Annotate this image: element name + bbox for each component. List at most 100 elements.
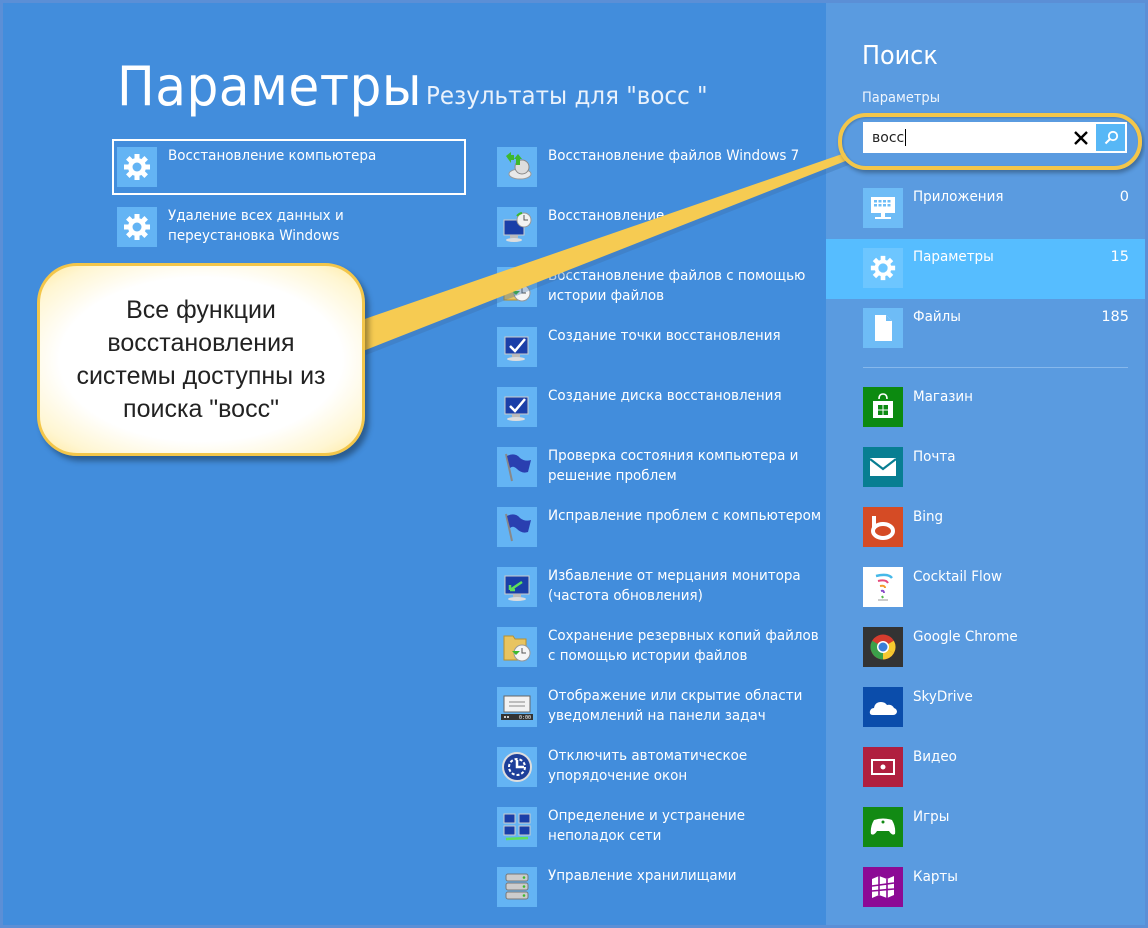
- gear-icon: [117, 207, 157, 247]
- annotation-callout: Все функции восстановления системы досту…: [37, 263, 365, 456]
- result-item-restore-pc[interactable]: Восстановление компьютера: [112, 139, 466, 195]
- skydrive-icon: [863, 687, 903, 727]
- result-label: Избавление от мерцания монитора (частота…: [548, 568, 801, 604]
- app-google-chrome[interactable]: Google Chrome: [826, 627, 1145, 687]
- scope-name: Параметры: [913, 249, 994, 265]
- search-charm-panel: Поиск Параметры восс Приложения 0 Параме…: [826, 3, 1145, 925]
- gear-icon: [117, 147, 157, 187]
- search-icon: [1104, 130, 1118, 144]
- search-box: восс: [863, 122, 1127, 153]
- result-label: Проверка состояния компьютера и решение …: [548, 448, 799, 484]
- scope-count: 185: [1101, 309, 1129, 325]
- app-name: Cocktail Flow: [913, 569, 1003, 585]
- app-name: Игры: [913, 809, 950, 825]
- maps-icon: [863, 867, 903, 907]
- search-input[interactable]: восс: [863, 122, 1066, 153]
- cocktail-flow-icon: [863, 567, 903, 607]
- app-maps[interactable]: Карты: [826, 867, 1145, 925]
- scope-settings[interactable]: Параметры 15: [826, 239, 1145, 299]
- result-item[interactable]: Избавление от мерцания монитора (частота…: [494, 561, 844, 613]
- store-icon: [863, 387, 903, 427]
- storage-spaces-icon: [497, 867, 537, 907]
- result-label: Удаление всех данных и переустановка Win…: [168, 208, 344, 244]
- screen: Параметры Результаты для "восс " Восстан…: [3, 3, 1145, 925]
- bing-icon: [863, 507, 903, 547]
- recovery-drive-icon: [497, 387, 537, 427]
- app-name: Магазин: [913, 389, 973, 405]
- gear-icon: [863, 248, 903, 288]
- app-name: Почта: [913, 449, 956, 465]
- video-icon: [863, 747, 903, 787]
- scope-name: Файлы: [913, 309, 961, 325]
- result-item[interactable]: Исправление проблем с компьютером: [494, 501, 844, 553]
- scope-name: Приложения: [913, 189, 1004, 205]
- result-label: Отключить автоматическое упорядочение ок…: [548, 748, 748, 784]
- display-icon: [497, 567, 537, 607]
- close-icon: [1074, 130, 1088, 145]
- search-scope-label: Параметры: [862, 90, 940, 106]
- svg-text:0:00: 0:00: [519, 715, 531, 721]
- result-label: Создание точки восстановления: [548, 328, 781, 344]
- result-label: Исправление проблем с компьютером: [548, 508, 822, 524]
- app-cocktail-flow[interactable]: Cocktail Flow: [826, 567, 1145, 627]
- result-item[interactable]: 0:00 Отображение или скрытие области уве…: [494, 681, 844, 733]
- app-store[interactable]: Магазин: [826, 387, 1145, 447]
- apps-icon: [863, 188, 903, 228]
- text-caret: [905, 129, 907, 146]
- app-games[interactable]: Игры: [826, 807, 1145, 867]
- result-label: Сохранение резервных копий файлов с помо…: [548, 628, 819, 664]
- app-skydrive[interactable]: SkyDrive: [826, 687, 1145, 747]
- network-icon: [497, 807, 537, 847]
- file-history-icon: [497, 267, 537, 307]
- results-heading: Результаты для "восс ": [426, 81, 708, 110]
- app-name: SkyDrive: [913, 689, 973, 705]
- result-item[interactable]: Восстановление файлов с помощью истории …: [494, 261, 844, 313]
- scope-count: 15: [1110, 249, 1129, 265]
- result-item[interactable]: Определение и устранение неполадок сети: [494, 801, 844, 853]
- app-mail[interactable]: Почта: [826, 447, 1145, 507]
- file-history-icon: [497, 627, 537, 667]
- mail-icon: [863, 447, 903, 487]
- result-item[interactable]: Сохранение резервных копий файлов с помо…: [494, 621, 844, 673]
- search-query[interactable]: восс: [863, 130, 904, 146]
- callout-text: Все функции восстановления системы досту…: [76, 295, 326, 423]
- action-center-flag-icon: [497, 447, 537, 487]
- result-item[interactable]: Восстановление: [494, 201, 844, 253]
- result-label: Отображение или скрытие области уведомле…: [548, 688, 803, 724]
- scope-apps[interactable]: Приложения 0: [826, 179, 1145, 239]
- app-bing[interactable]: Bing: [826, 507, 1145, 567]
- troubleshoot-flag-icon: [497, 507, 537, 547]
- taskbar-icon: 0:00: [497, 687, 537, 727]
- app-name: Bing: [913, 509, 944, 525]
- page-title: Параметры: [117, 55, 422, 118]
- result-item-reset-windows[interactable]: Удаление всех данных и переустановка Win…: [114, 201, 464, 253]
- ease-of-access-icon: [497, 747, 537, 787]
- result-item[interactable]: Восстановление файлов Windows 7: [494, 141, 844, 193]
- result-label: Создание диска восстановления: [548, 388, 782, 404]
- system-restore-icon: [497, 207, 537, 247]
- result-label: Восстановление файлов Windows 7: [548, 148, 800, 164]
- separator: [863, 367, 1128, 368]
- games-icon: [863, 807, 903, 847]
- app-video[interactable]: Видео: [826, 747, 1145, 807]
- result-item[interactable]: Отключить автоматическое упорядочение ок…: [494, 741, 844, 793]
- result-item[interactable]: Создание точки восстановления: [494, 321, 844, 373]
- result-label: Восстановление компьютера: [168, 148, 377, 164]
- result-item[interactable]: Управление хранилищами: [494, 861, 844, 913]
- scope-count: 0: [1119, 189, 1129, 205]
- system-protection-icon: [497, 327, 537, 367]
- file-icon: [863, 308, 903, 348]
- backup-restore-icon: [497, 147, 537, 187]
- result-label: Управление хранилищами: [548, 868, 737, 884]
- result-item[interactable]: Проверка состояния компьютера и решение …: [494, 441, 844, 493]
- search-submit-button[interactable]: [1096, 124, 1125, 151]
- app-name: Видео: [913, 749, 957, 765]
- search-panel-title: Поиск: [862, 41, 938, 71]
- scope-files[interactable]: Файлы 185: [826, 299, 1145, 359]
- result-label: Восстановление: [548, 208, 665, 224]
- clear-search-button[interactable]: [1066, 122, 1096, 153]
- app-name: Google Chrome: [913, 629, 1018, 645]
- result-item[interactable]: Создание диска восстановления: [494, 381, 844, 433]
- result-label: Определение и устранение неполадок сети: [548, 808, 746, 844]
- app-name: Карты: [913, 869, 958, 885]
